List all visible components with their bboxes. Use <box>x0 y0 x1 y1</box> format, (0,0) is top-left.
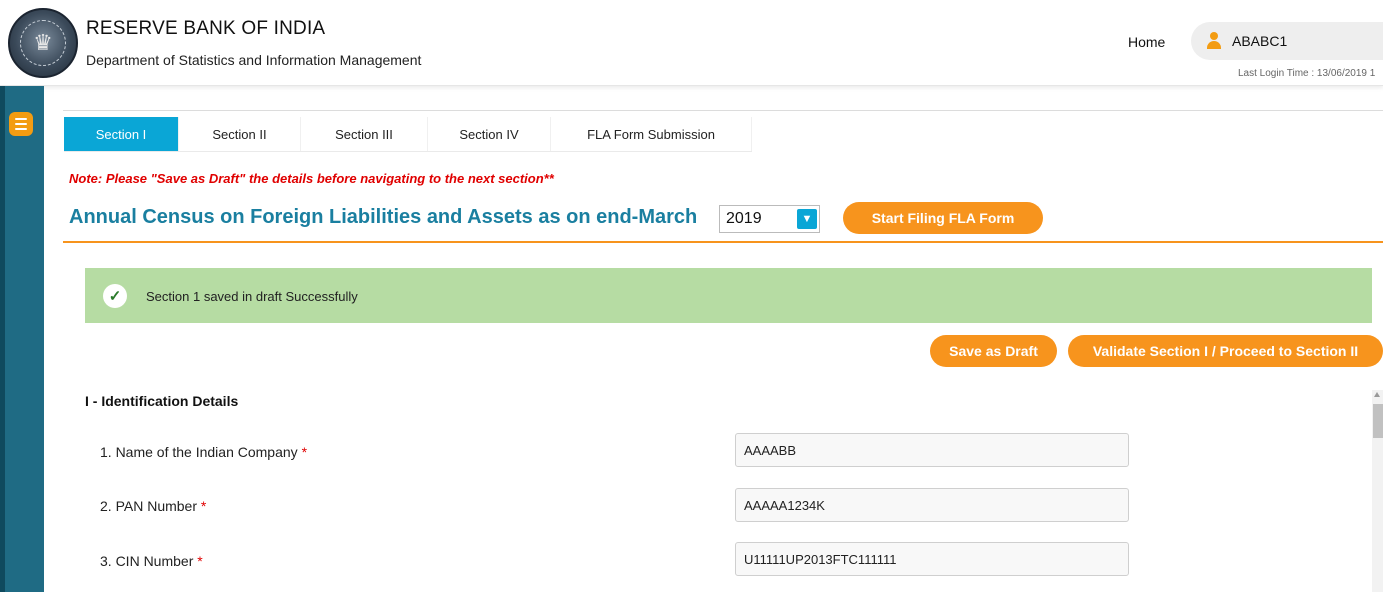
cin-number-input[interactable] <box>735 542 1129 576</box>
draft-note: Note: Please "Save as Draft" the details… <box>69 171 554 186</box>
tab-section-3[interactable]: Section III <box>301 117 428 151</box>
check-icon: ✓ <box>103 284 127 308</box>
success-alert: ✓ Section 1 saved in draft Successfully <box>85 268 1372 323</box>
chevron-down-icon[interactable]: ▼ <box>797 209 817 229</box>
user-icon <box>1206 32 1222 50</box>
success-message: Section 1 saved in draft Successfully <box>146 289 358 304</box>
required-mark: * <box>200 498 207 514</box>
required-mark: * <box>197 553 203 569</box>
section-tabs: Section I Section II Section III Section… <box>64 117 752 151</box>
org-subtitle: Department of Statistics and Information… <box>86 52 422 68</box>
tab-section-4[interactable]: Section IV <box>428 117 551 151</box>
cin-number-label: 3. CIN Number * <box>100 553 203 569</box>
company-name-input[interactable] <box>735 433 1129 467</box>
home-link[interactable]: Home <box>1128 34 1165 50</box>
sidebar-edge <box>0 86 5 592</box>
title-divider <box>63 241 1383 243</box>
menu-icon[interactable] <box>9 112 33 136</box>
required-mark: * <box>301 444 308 460</box>
save-draft-button[interactable]: Save as Draft <box>930 335 1057 367</box>
org-title: RESERVE BANK OF INDIA <box>86 18 326 39</box>
pan-number-label-text: 2. PAN Number <box>100 498 197 514</box>
user-name[interactable]: ABABC1 <box>1232 33 1287 49</box>
scroll-up-icon[interactable] <box>1374 392 1380 397</box>
last-login-time: Last Login Time : 13/06/2019 1 <box>1238 68 1376 79</box>
validate-proceed-button[interactable]: Validate Section I / Proceed to Section … <box>1068 335 1383 367</box>
year-select[interactable]: 2019 ▼ <box>719 205 820 233</box>
tab-bar-underline <box>64 151 752 152</box>
start-filing-button[interactable]: Start Filing FLA Form <box>843 202 1043 234</box>
pan-number-input[interactable] <box>735 488 1129 522</box>
page-title: Annual Census on Foreign Liabilities and… <box>69 206 698 228</box>
cin-number-label-text: 3. CIN Number <box>100 553 194 569</box>
content-divider <box>63 110 1383 111</box>
tab-section-1[interactable]: Section I <box>64 117 179 151</box>
tab-fla-form-submission[interactable]: FLA Form Submission <box>551 117 752 151</box>
scrollbar-thumb[interactable] <box>1373 404 1383 438</box>
pan-number-label: 2. PAN Number * <box>100 498 206 514</box>
tab-section-2[interactable]: Section II <box>179 117 301 151</box>
rbi-emblem-icon: ♛ <box>8 8 78 78</box>
company-name-label: 1. Name of the Indian Company * <box>100 444 307 460</box>
year-select-value: 2019 <box>726 210 762 227</box>
section-heading: I - Identification Details <box>85 393 239 409</box>
sidebar-rail <box>0 86 44 592</box>
page-header: ♛ RESERVE BANK OF INDIA Department of St… <box>0 0 1383 86</box>
company-name-label-text: 1. Name of the Indian Company <box>100 444 298 460</box>
